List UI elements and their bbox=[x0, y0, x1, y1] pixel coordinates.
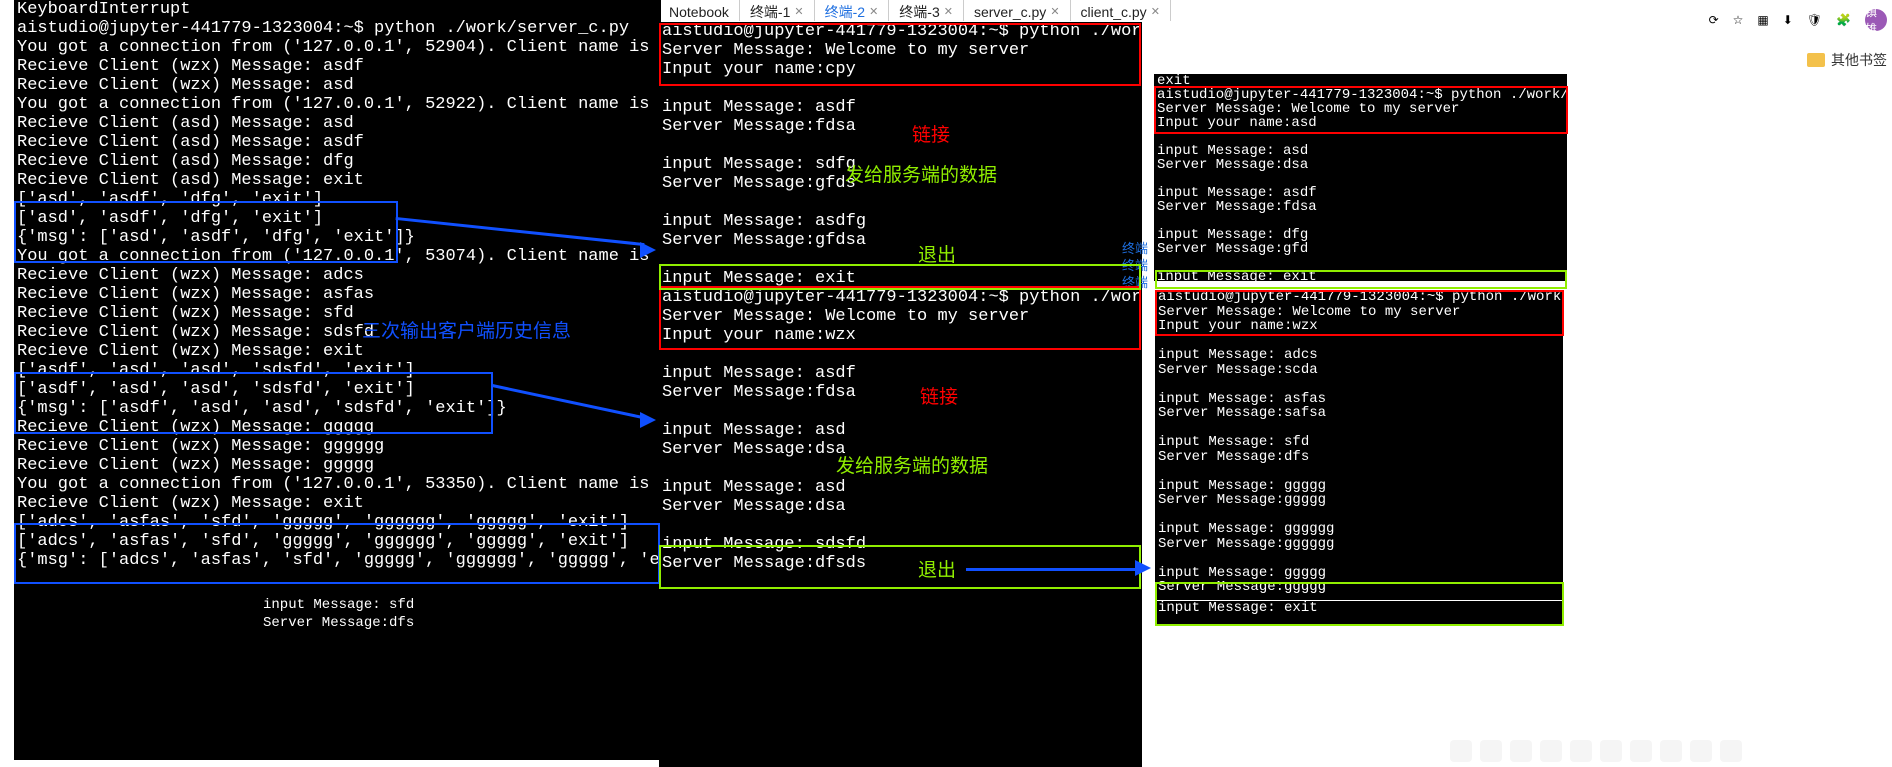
close-icon[interactable]: ✕ bbox=[1151, 5, 1160, 18]
tab-bar: Notebook终端-1✕终端-2✕终端-3✕server_c.py✕clien… bbox=[659, 0, 1171, 21]
tab-label: 终端-1 bbox=[750, 2, 790, 22]
folder-icon bbox=[1807, 53, 1825, 67]
close-icon[interactable]: ✕ bbox=[1050, 5, 1059, 18]
app-icon-5[interactable] bbox=[1570, 740, 1592, 762]
terminal-middle-client[interactable]: aistudio@jupyter-441779-1323004:~$ pytho… bbox=[659, 22, 1142, 767]
right-exit-box-2 bbox=[1155, 582, 1564, 626]
arrow-3-head bbox=[1135, 560, 1151, 576]
mid-connect-box-1 bbox=[659, 23, 1141, 86]
right-exit-box-1 bbox=[1155, 270, 1567, 289]
right-connect-box-1 bbox=[1154, 86, 1568, 134]
tab-终端-1[interactable]: 终端-1 ✕ bbox=[740, 0, 815, 21]
annot-send-1: 发给服务端的数据 bbox=[845, 160, 997, 187]
tab-终端-2[interactable]: 终端-2 ✕ bbox=[815, 0, 890, 21]
extension-icon[interactable]: 🧩 bbox=[1836, 13, 1851, 27]
close-icon[interactable]: ✕ bbox=[944, 5, 953, 18]
download-icon[interactable]: ⬇ bbox=[1783, 13, 1793, 27]
arrow-2-head bbox=[640, 412, 656, 428]
app-icon-1[interactable] bbox=[1450, 740, 1472, 762]
history-box-1 bbox=[14, 201, 398, 263]
right-connect-box-2 bbox=[1155, 290, 1564, 336]
annot-exit-1: 退出 bbox=[918, 240, 956, 267]
history-box-3 bbox=[14, 523, 660, 584]
reload-icon[interactable]: ⟳ bbox=[1709, 13, 1719, 27]
avatar[interactable]: 镇雄 bbox=[1865, 9, 1887, 31]
app-icon-3[interactable] bbox=[1510, 740, 1532, 762]
annot-link-2: 链接 bbox=[920, 382, 958, 409]
close-icon[interactable]: ✕ bbox=[794, 5, 803, 18]
bookmarks-label: 其他书签 bbox=[1831, 50, 1887, 70]
tab-label: 终端-2 bbox=[825, 2, 865, 22]
terminal-snippet: input Message: sfd Server Message:dfs bbox=[260, 596, 503, 636]
app-icon-2[interactable] bbox=[1480, 740, 1502, 762]
app-icon-4[interactable] bbox=[1540, 740, 1562, 762]
app-icon-6[interactable] bbox=[1600, 740, 1622, 762]
arrow-3 bbox=[966, 568, 1141, 571]
mid-exit-box-1 bbox=[659, 264, 1141, 290]
annot-history: 三次输出客户端历史信息 bbox=[362, 316, 571, 343]
close-icon[interactable]: ✕ bbox=[869, 5, 878, 18]
history-box-2 bbox=[14, 372, 493, 434]
app-icon-8[interactable] bbox=[1660, 740, 1682, 762]
app-icon-10[interactable] bbox=[1720, 740, 1742, 762]
mid-connect-box-2 bbox=[659, 286, 1141, 350]
bookmarks-folder[interactable]: 其他书签 bbox=[1807, 50, 1887, 70]
tab-label: client_c.py bbox=[1081, 4, 1147, 20]
browser-toolbar: ⟳ ☆ ▦ ⬇ 🛡 🧩 镇雄 bbox=[1709, 5, 1887, 35]
tab-终端-3[interactable]: 终端-3 ✕ bbox=[889, 0, 964, 21]
tab-label: Notebook bbox=[669, 4, 729, 20]
tab-server_c.py[interactable]: server_c.py ✕ bbox=[964, 0, 1071, 21]
app-icon-7[interactable] bbox=[1630, 740, 1652, 762]
annot-link-1: 链接 bbox=[912, 120, 950, 147]
bottom-toolbar bbox=[1450, 738, 1742, 764]
terminal-right-b[interactable]: aistudio@jupyter-441779-1323004:~$ pytho… bbox=[1155, 290, 1563, 600]
tab-client_c.py[interactable]: client_c.py ✕ bbox=[1071, 0, 1171, 21]
mid-exit-box-2 bbox=[659, 545, 1141, 589]
annot-exit-2: 退出 bbox=[918, 555, 956, 582]
grid-icon[interactable]: ▦ bbox=[1757, 13, 1768, 27]
shield-icon[interactable]: 🛡 bbox=[1807, 13, 1822, 27]
tab-Notebook[interactable]: Notebook bbox=[659, 0, 740, 21]
star-icon[interactable]: ☆ bbox=[1733, 13, 1744, 27]
arrow-1-head bbox=[640, 242, 656, 258]
annot-send-2: 发给服务端的数据 bbox=[836, 451, 988, 478]
app-icon-9[interactable] bbox=[1690, 740, 1712, 762]
tab-label: server_c.py bbox=[974, 4, 1046, 20]
tab-label: 终端-3 bbox=[899, 2, 939, 22]
